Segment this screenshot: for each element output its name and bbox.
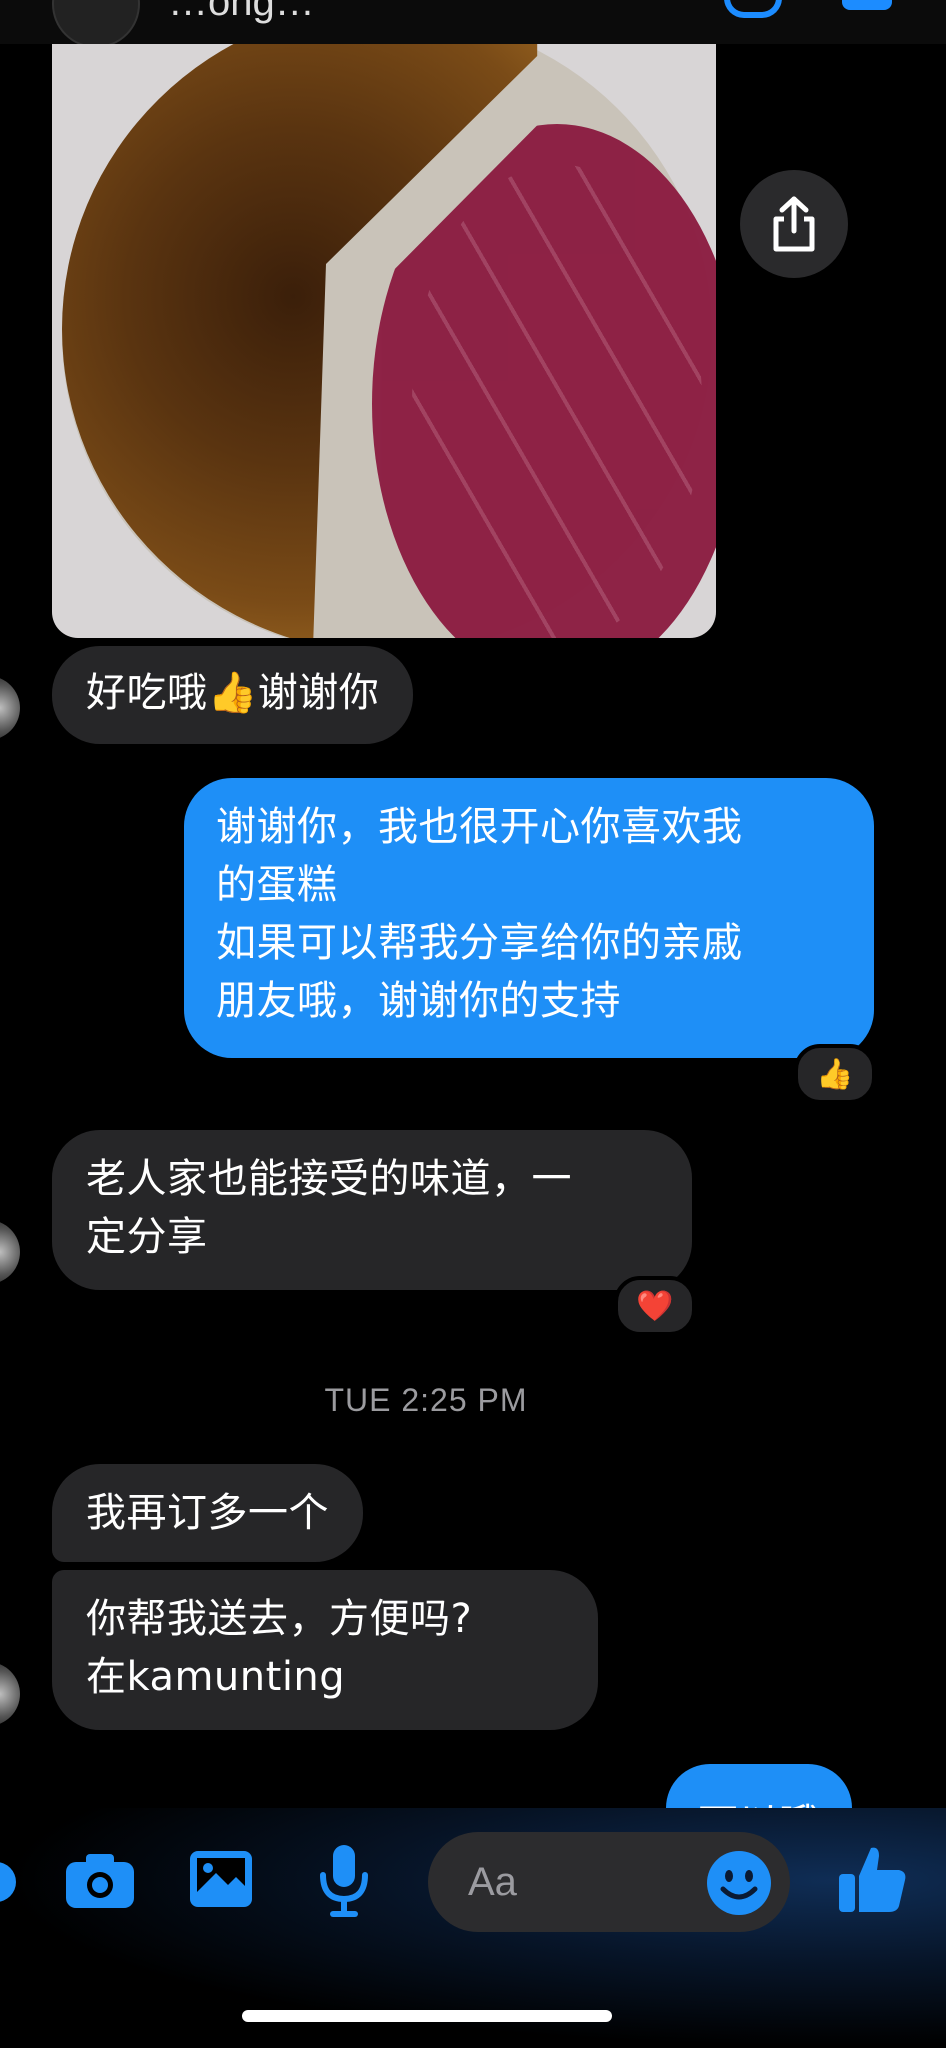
apps-icon[interactable] bbox=[0, 1852, 16, 1912]
sender-avatar[interactable] bbox=[0, 1662, 20, 1726]
voice-call-icon[interactable] bbox=[724, 0, 782, 18]
message-bubble-incoming[interactable]: 老人家也能接受的味道，一 定分享 bbox=[52, 1130, 692, 1290]
sender-avatar[interactable] bbox=[0, 1220, 20, 1284]
like-icon[interactable] bbox=[834, 1840, 912, 1918]
message-bubble-incoming[interactable]: 你帮我送去，方便吗? 在kamunting bbox=[52, 1570, 598, 1730]
contact-avatar[interactable] bbox=[52, 0, 140, 48]
video-call-icon[interactable] bbox=[842, 0, 892, 10]
home-indicator[interactable] bbox=[242, 2010, 612, 2022]
sender-avatar[interactable] bbox=[0, 676, 20, 740]
message-bubble-outgoing[interactable]: 谢谢你，我也很开心你喜欢我 的蛋糕 如果可以帮我分享给你的亲戚 朋友哦，谢谢你的… bbox=[184, 778, 874, 1058]
message-bubble-incoming[interactable]: 好吃哦👍谢谢你 bbox=[52, 646, 414, 744]
chat-header: …ong… bbox=[0, 0, 946, 48]
timestamp: TUE 2:25 PM bbox=[324, 1382, 528, 1418]
emoji-icon[interactable] bbox=[704, 1848, 774, 1918]
camera-icon[interactable] bbox=[62, 1848, 138, 1914]
photo-message[interactable] bbox=[52, 44, 716, 638]
contact-name[interactable]: …ong… bbox=[168, 0, 315, 25]
microphone-icon[interactable] bbox=[316, 1842, 372, 1920]
share-icon bbox=[773, 196, 815, 252]
reaction-thumbs-up[interactable]: 👍 bbox=[794, 1044, 876, 1104]
reaction-heart[interactable]: ❤️ bbox=[614, 1276, 696, 1336]
share-button[interactable] bbox=[740, 170, 848, 278]
message-bubble-outgoing[interactable]: 可以哦 bbox=[666, 1764, 852, 1808]
message-bubble-incoming[interactable]: 我再订多一个 bbox=[52, 1464, 363, 1562]
gallery-icon[interactable] bbox=[186, 1846, 256, 1912]
